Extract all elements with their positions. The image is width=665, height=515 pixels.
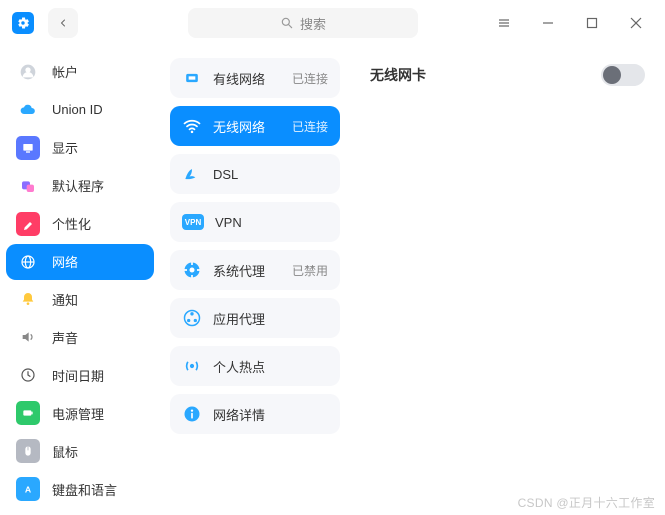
sidebar-item-label: 默认程序: [52, 176, 104, 195]
clock-icon: [16, 363, 40, 387]
menu-button[interactable]: [487, 6, 521, 40]
vpn-icon: VPN: [182, 214, 204, 230]
globe-icon: [16, 250, 40, 274]
bell-icon: [16, 287, 40, 311]
net-item-hotspot[interactable]: 个人热点: [170, 346, 340, 386]
net-item-label: 有线网络: [213, 69, 265, 88]
net-item-label: 无线网络: [213, 117, 265, 136]
maximize-button[interactable]: [575, 6, 609, 40]
net-item-label: DSL: [213, 167, 238, 182]
titlebar: 搜索: [0, 0, 665, 46]
net-item-wired[interactable]: 有线网络 已连接: [170, 58, 340, 98]
toggle-knob: [603, 66, 621, 84]
sidebar-item-label: 网络: [52, 252, 78, 271]
detail-panel: 无线网卡: [350, 46, 665, 515]
sidebar-item-network[interactable]: 网络: [6, 244, 154, 280]
wifi-toggle[interactable]: [601, 64, 645, 86]
minimize-button[interactable]: [531, 6, 565, 40]
display-icon: [16, 136, 40, 160]
sidebar-item-label: 时间日期: [52, 366, 104, 385]
sidebar-item-label: 通知: [52, 290, 78, 309]
net-item-label: 系统代理: [213, 261, 265, 280]
net-item-appproxy[interactable]: 应用代理: [170, 298, 340, 338]
sidebar-item-power[interactable]: 电源管理: [6, 395, 154, 431]
dsl-icon: [182, 164, 202, 184]
net-item-wireless[interactable]: 无线网络 已连接: [170, 106, 340, 146]
sidebar-item-unionid[interactable]: Union ID: [6, 92, 154, 128]
back-button[interactable]: [48, 8, 78, 38]
sidebar-item-label: 键盘和语言: [52, 480, 117, 499]
sidebar-item-defaultapps[interactable]: 默认程序: [6, 168, 154, 204]
close-button[interactable]: [619, 6, 653, 40]
watermark: CSDN @正月十六工作室: [518, 494, 655, 511]
net-item-label: 网络详情: [213, 405, 265, 424]
sidebar-item-keyboard[interactable]: A 键盘和语言: [6, 471, 154, 507]
personalize-icon: [16, 212, 40, 236]
sidebar-item-label: 鼠标: [52, 442, 78, 461]
sidebar-item-datetime[interactable]: 时间日期: [6, 357, 154, 393]
hotspot-icon: [182, 356, 202, 376]
svg-text:A: A: [25, 484, 32, 494]
wifi-icon: [182, 116, 202, 136]
net-item-status: 已禁用: [292, 262, 328, 279]
search-input[interactable]: 搜索: [188, 8, 418, 38]
battery-icon: [16, 401, 40, 425]
account-icon: [16, 60, 40, 84]
ethernet-icon: [182, 68, 202, 88]
speaker-icon: [16, 325, 40, 349]
sidebar-item-personalize[interactable]: 个性化: [6, 206, 154, 242]
sidebar-item-notify[interactable]: 通知: [6, 282, 154, 318]
sidebar-item-sound[interactable]: 声音: [6, 319, 154, 355]
net-item-details[interactable]: 网络详情: [170, 394, 340, 434]
sidebar-item-label: 帐户: [52, 62, 78, 81]
net-item-sysproxy[interactable]: 系统代理 已禁用: [170, 250, 340, 290]
net-item-status: 已连接: [292, 70, 328, 87]
net-item-label: VPN: [215, 215, 242, 230]
sidebar-item-label: Union ID: [52, 102, 103, 117]
cloud-icon: [16, 98, 40, 122]
app-icon: [12, 12, 34, 34]
net-item-label: 个人热点: [213, 357, 265, 376]
proxy-icon: [182, 260, 202, 280]
search-placeholder: 搜索: [300, 14, 326, 33]
sidebar-item-display[interactable]: 显示: [6, 130, 154, 166]
keyboard-icon: A: [16, 477, 40, 501]
app-proxy-icon: [182, 308, 202, 328]
net-item-dsl[interactable]: DSL: [170, 154, 340, 194]
sidebar-item-label: 个性化: [52, 214, 91, 233]
sidebar: 帐户 Union ID 显示 默认程序 个性化 网络 通知 声音: [0, 46, 160, 515]
detail-title: 无线网卡: [370, 65, 426, 85]
sidebar-item-label: 显示: [52, 138, 78, 157]
sidebar-item-label: 声音: [52, 328, 78, 347]
search-icon: [280, 16, 294, 30]
sidebar-item-mouse[interactable]: 鼠标: [6, 433, 154, 469]
apps-icon: [16, 174, 40, 198]
mouse-icon: [16, 439, 40, 463]
network-list: 有线网络 已连接 无线网络 已连接 DSL VPN VPN 系统代理 已禁用 应…: [160, 46, 350, 515]
sidebar-item-account[interactable]: 帐户: [6, 54, 154, 90]
sidebar-item-label: 电源管理: [52, 404, 104, 423]
info-icon: [182, 404, 202, 424]
net-item-status: 已连接: [292, 118, 328, 135]
net-item-vpn[interactable]: VPN VPN: [170, 202, 340, 242]
net-item-label: 应用代理: [213, 309, 265, 328]
